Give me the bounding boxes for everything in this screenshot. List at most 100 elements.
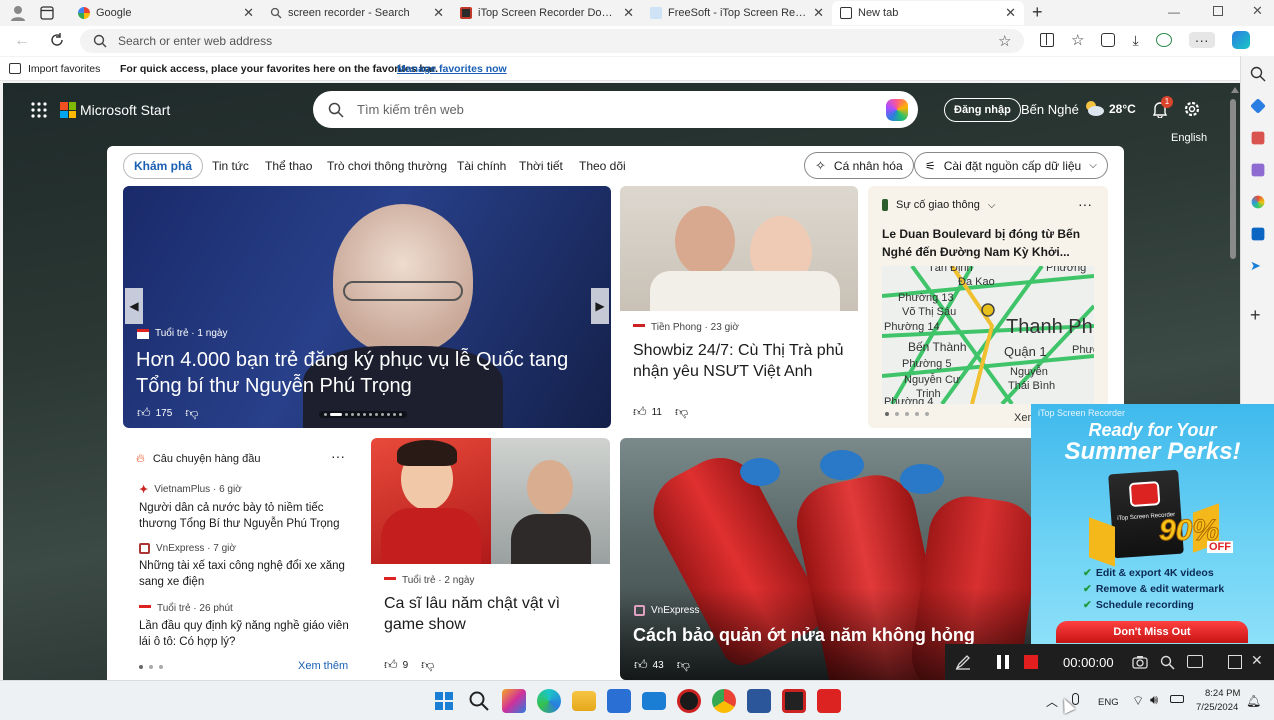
carousel-dots[interactable] — [319, 411, 407, 418]
hero-card[interactable]: ◀ ▶ Tuổi trẻ · 1 ngày Hơn 4.000 bạn trẻ … — [123, 186, 611, 428]
scrollbar-thumb[interactable] — [1230, 99, 1236, 259]
sign-in-button[interactable]: Đăng nhập — [944, 98, 1021, 122]
profile-icon[interactable] — [10, 5, 26, 21]
new-tab-button[interactable]: + — [1032, 2, 1043, 23]
clock-date[interactable]: 7/25/2024 — [1196, 702, 1238, 713]
collections-icon[interactable] — [1101, 33, 1116, 47]
traffic-map[interactable]: Tân Định Đa Kao Phường 13 Võ Thị Sáu Phư… — [882, 266, 1094, 404]
tab-search[interactable]: screen recorder - Search ✕ — [262, 1, 452, 25]
file-explorer-icon[interactable] — [572, 691, 596, 711]
thumbs-up-icon[interactable]: 👍︎ — [634, 657, 648, 673]
traffic-header[interactable]: Sự cố giao thông ⌵ — [882, 199, 995, 211]
card5-title[interactable]: Cách bảo quản ớt nửa năm không hỏng — [633, 624, 1043, 646]
notification-bell-icon[interactable]: 🔔︎ — [1246, 694, 1261, 708]
import-favorites-button[interactable]: Import favorites — [28, 63, 100, 75]
zoom-icon[interactable] — [1160, 655, 1175, 670]
thumbs-down-icon[interactable]: 👎︎ — [675, 404, 688, 420]
language-link[interactable]: English — [1171, 132, 1207, 144]
back-button[interactable]: ← — [14, 32, 30, 50]
camera-icon[interactable] — [1132, 655, 1148, 669]
tab-tai-chinh[interactable]: Tài chính — [457, 159, 506, 173]
wifi-icon[interactable]: ⌔ — [1132, 693, 1144, 709]
app-red-icon[interactable] — [677, 689, 701, 713]
stop-button[interactable] — [1024, 655, 1038, 669]
tray-chevron-icon[interactable]: ︿ — [1046, 693, 1058, 710]
shopping-icon[interactable] — [1250, 98, 1266, 114]
traffic-card[interactable]: Sự cố giao thông ⌵ ··· Le Duan Boulevard… — [868, 186, 1108, 428]
split-screen-icon[interactable] — [1040, 33, 1054, 47]
story-item[interactable]: ✦ VietnamPlus · 6 giờ Người dân cả nước b… — [139, 483, 354, 532]
pen-icon[interactable] — [955, 654, 971, 670]
feed-settings-button[interactable]: ⚟ Cài đặt nguồn cấp dữ liệu ⌵ — [914, 152, 1108, 179]
story-item[interactable]: VnExpress · 7 giờ Những tài xế taxi công… — [139, 543, 354, 590]
add-icon[interactable]: + — [1250, 306, 1266, 324]
itop-recorder-icon[interactable] — [782, 689, 806, 713]
more-options-icon[interactable]: ··· — [331, 448, 345, 464]
word-icon[interactable] — [747, 689, 771, 713]
stories-pager-dots[interactable] — [139, 665, 163, 669]
restore-button[interactable] — [1213, 6, 1223, 16]
manage-favorites-link[interactable]: Manage favorites now — [397, 63, 507, 75]
dont-miss-out-button[interactable]: Don't Miss Out — [1056, 621, 1248, 643]
web-search-box[interactable]: Tìm kiếm trên web — [313, 91, 918, 128]
thumbs-up-icon[interactable]: 👍︎ — [384, 657, 398, 673]
card4-title[interactable]: Ca sĩ lâu năm chật vật vì game show — [384, 593, 599, 635]
tab-thoi-tiet[interactable]: Thời tiết — [519, 159, 563, 173]
upload-app-icon[interactable] — [817, 689, 841, 713]
chrome-icon[interactable] — [712, 689, 736, 713]
close-icon[interactable]: ✕ — [433, 5, 444, 21]
tab-the-thao[interactable]: Thể thao — [265, 159, 312, 173]
thumbs-up-icon[interactable]: 👍︎ — [633, 404, 647, 420]
minimize-button[interactable]: — — [1168, 5, 1180, 19]
tab-new-tab[interactable]: New tab ✕ — [832, 1, 1024, 25]
tab-itop-download[interactable]: iTop Screen Recorder Download ✕ — [452, 1, 642, 25]
close-icon[interactable]: ✕ — [243, 5, 254, 21]
address-bar[interactable]: Search or enter web address ☆ — [80, 29, 1024, 53]
office-icon[interactable] — [1251, 195, 1265, 209]
favorites-icon[interactable]: ☆ — [1071, 31, 1084, 49]
language-indicator[interactable]: ENG — [1098, 697, 1119, 708]
tab-actions-icon[interactable] — [40, 6, 54, 20]
windows-start-icon[interactable] — [432, 689, 456, 713]
carousel-prev-button[interactable]: ◀ — [125, 288, 143, 324]
copilot-icon[interactable] — [1231, 31, 1250, 49]
thumbs-down-icon[interactable]: 👎︎ — [421, 657, 434, 673]
temperature[interactable]: 28°C — [1109, 102, 1136, 116]
copilot-icon[interactable] — [886, 99, 908, 121]
widgets-icon[interactable] — [502, 689, 526, 713]
store-icon[interactable] — [607, 689, 631, 713]
thumbs-down-icon[interactable]: 👎︎ — [677, 657, 690, 673]
close-recorder-icon[interactable]: ✕ — [1251, 652, 1263, 669]
outlook-icon[interactable] — [1251, 227, 1265, 241]
tools-icon[interactable] — [1251, 131, 1265, 145]
close-icon[interactable]: ✕ — [813, 5, 824, 21]
see-more-link[interactable]: Xem thêm — [298, 660, 348, 672]
mail-icon[interactable] — [642, 692, 666, 710]
close-icon[interactable]: ✕ — [623, 5, 634, 21]
weather-location[interactable]: Bến Nghé — [1021, 102, 1079, 117]
traffic-title[interactable]: Le Duan Boulevard bị đóng từ Bến Nghé đế… — [882, 225, 1100, 261]
clock-time[interactable]: 8:24 PM — [1205, 688, 1240, 699]
tab-theo-doi[interactable]: Theo dõi — [579, 159, 626, 173]
games-icon[interactable] — [1251, 163, 1265, 177]
search-icon[interactable] — [467, 689, 491, 713]
tab-tro-choi[interactable]: Trò chơi thông thường — [327, 159, 447, 173]
battery-icon[interactable] — [1170, 695, 1184, 703]
expand-icon[interactable] — [1228, 655, 1242, 669]
carousel-next-button[interactable]: ▶ — [591, 288, 609, 324]
news-card-singer[interactable]: Tuổi trẻ · 2 ngày Ca sĩ lâu năm chật vật… — [371, 438, 610, 680]
card2-title[interactable]: Showbiz 24/7: Cù Thị Trà phủ nhận yêu NS… — [633, 340, 851, 382]
settings-gear-icon[interactable] — [1183, 100, 1201, 118]
extension-icon[interactable] — [1155, 33, 1172, 47]
close-window-button[interactable]: ✕ — [1252, 3, 1263, 19]
brand-name[interactable]: Microsoft Start — [80, 102, 170, 118]
downloads-icon[interactable]: ⤓ — [1132, 32, 1138, 49]
tab-tin-tuc[interactable]: Tin tức — [212, 159, 249, 173]
news-card-showbiz[interactable]: Tiền Phong · 23 giờ Showbiz 24/7: Cù Thị… — [620, 186, 858, 428]
pause-button[interactable] — [997, 655, 1009, 669]
tab-google[interactable]: Google ✕ — [70, 1, 262, 25]
personalize-button[interactable]: ✧ Cá nhân hóa — [804, 152, 914, 179]
refresh-button[interactable] — [49, 32, 65, 48]
search-icon[interactable] — [1250, 66, 1266, 82]
tab-freesoft[interactable]: FreeSoft - iTop Screen Recorder F ✕ — [642, 1, 832, 25]
